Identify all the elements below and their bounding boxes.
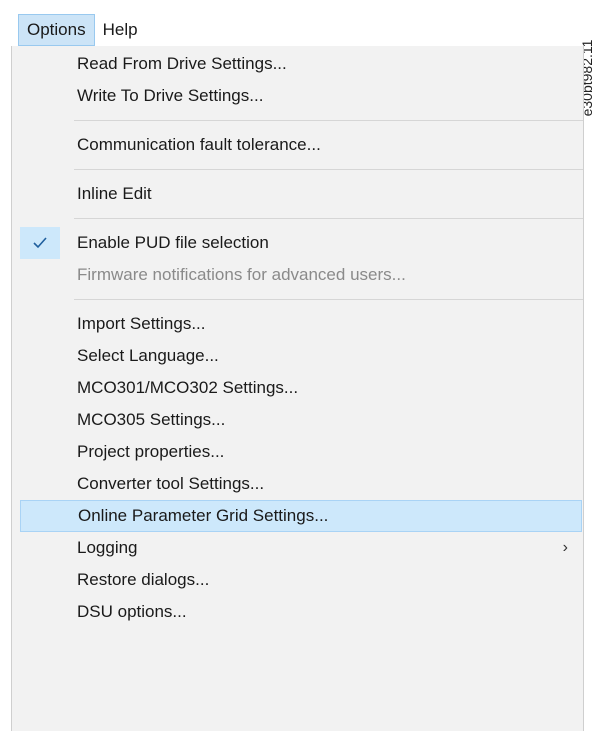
menu-item-label: Inline Edit [77,184,152,203]
menu-item-label: MCO305 Settings... [77,410,226,429]
menu-separator [74,218,583,219]
menu-item-logging[interactable]: Logging › [20,532,582,564]
menu-item-label: Converter tool Settings... [77,474,265,493]
menu-separator [74,169,583,170]
menu-options[interactable]: Options [18,14,95,46]
menu-item-label: MCO301/MCO302 Settings... [77,378,299,397]
options-dropdown-menu: Read From Drive Settings... Write To Dri… [11,46,584,731]
menu-item-project-properties[interactable]: Project properties... [20,436,582,468]
menu-item-label: Restore dialogs... [77,570,210,589]
menu-item-label: Select Language... [77,346,219,365]
menu-item-label: Enable PUD file selection [77,233,269,252]
menu-bar: Options Help [18,14,146,46]
menu-item-label: Online Parameter Grid Settings... [78,506,329,525]
menu-item-import-settings[interactable]: Import Settings... [20,308,582,340]
menu-item-read-from-drive[interactable]: Read From Drive Settings... [20,48,582,80]
menu-item-converter-tool-settings[interactable]: Converter tool Settings... [20,468,582,500]
menu-item-enable-pud-file-selection[interactable]: Enable PUD file selection [20,227,582,259]
menu-separator [74,299,583,300]
menu-item-dsu-options[interactable]: DSU options... [20,596,582,628]
menu-item-communication-fault-tolerance[interactable]: Communication fault tolerance... [20,129,582,161]
checkmark-icon [20,227,60,259]
chevron-right-icon: › [562,539,568,556]
menu-item-inline-edit[interactable]: Inline Edit [20,178,582,210]
menu-item-label: Project properties... [77,442,225,461]
menu-item-label: Import Settings... [77,314,206,333]
menu-item-label: Write To Drive Settings... [77,86,264,105]
menu-help[interactable]: Help [95,14,146,46]
menu-item-label: Read From Drive Settings... [77,54,287,73]
menu-item-write-to-drive[interactable]: Write To Drive Settings... [20,80,582,112]
menu-item-firmware-notifications: Firmware notifications for advanced user… [20,259,582,291]
menu-item-label: Communication fault tolerance... [77,135,321,154]
menu-item-mco305-settings[interactable]: MCO305 Settings... [20,404,582,436]
menu-item-label: Firmware notifications for advanced user… [77,265,406,284]
menu-item-select-language[interactable]: Select Language... [20,340,582,372]
menu-item-mco301-mco302-settings[interactable]: MCO301/MCO302 Settings... [20,372,582,404]
menu-item-restore-dialogs[interactable]: Restore dialogs... [20,564,582,596]
menu-separator [74,120,583,121]
menu-item-online-parameter-grid-settings[interactable]: Online Parameter Grid Settings... [20,500,582,532]
menu-item-label: Logging [77,538,138,557]
menu-item-label: DSU options... [77,602,187,621]
